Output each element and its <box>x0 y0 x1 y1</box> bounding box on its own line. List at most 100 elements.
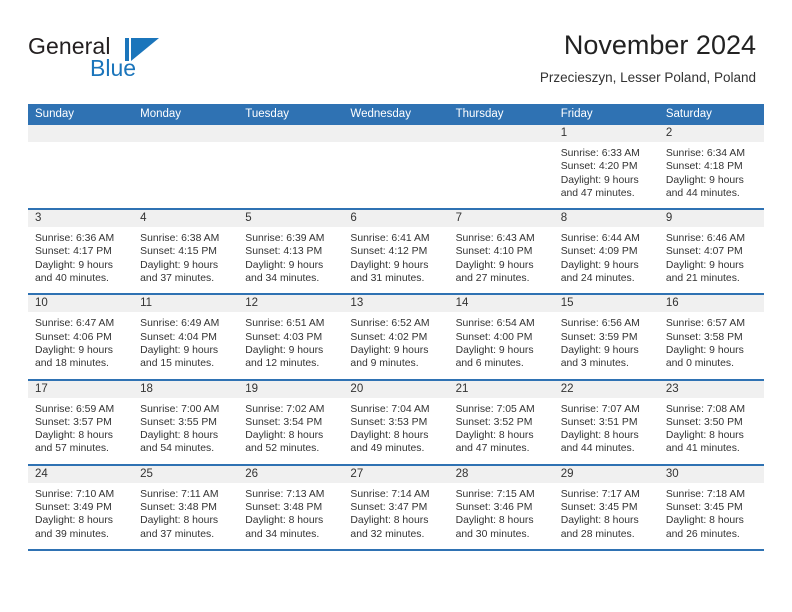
day-cell-4[interactable]: 4 Sunrise: 6:38 AM Sunset: 4:15 PM Daylight… <box>133 210 239 294</box>
day-detail-line: Daylight: 9 hours <box>665 344 744 356</box>
day-detail-line: and 37 minutes. <box>140 273 215 285</box>
day-details: Sunrise: 6:46 AM Sunset: 4:07 PM Daylight:… <box>659 227 764 293</box>
day-detail-line: and 27 minutes. <box>455 273 530 285</box>
day-cell-9[interactable]: 9 Sunrise: 6:46 AM Sunset: 4:07 PM Daylight… <box>658 210 764 294</box>
day-cell-28[interactable]: 28 Sunrise: 7:15 AM Sunset: 3:46 PM Dayligh… <box>448 465 554 549</box>
day-detail-line: Daylight: 8 hours <box>140 430 219 442</box>
day-detail-line: Daylight: 8 hours <box>455 515 534 527</box>
calendar-week-row: 10 Sunrise: 6:47 AM Sunset: 4:06 PM Dayligh… <box>28 295 764 381</box>
day-cell-29[interactable]: 29 Sunrise: 7:17 AM Sunset: 3:45 PM Dayligh… <box>553 465 659 549</box>
day-details: Sunrise: 6:49 AM Sunset: 4:04 PM Daylight:… <box>133 312 238 378</box>
day-cell-24[interactable]: 24 Sunrise: 7:10 AM Sunset: 3:49 PM Dayligh… <box>28 465 134 549</box>
day-number: 17 <box>28 380 134 398</box>
day-cell-12[interactable]: 12 Sunrise: 6:51 AM Sunset: 4:03 PM Dayligh… <box>238 295 344 379</box>
day-cell-13[interactable]: 13 Sunrise: 6:52 AM Sunset: 4:02 PM Dayligh… <box>343 295 449 379</box>
day-number: 11 <box>133 295 239 313</box>
day-number: 18 <box>133 380 239 398</box>
day-details: Sunrise: 7:18 AM Sunset: 3:45 PM Daylight:… <box>659 483 764 549</box>
day-detail-line: Sunset: 3:58 PM <box>665 331 743 343</box>
day-cell-23[interactable]: 23 Sunrise: 7:08 AM Sunset: 3:50 PM Dayligh… <box>658 380 764 464</box>
day-number <box>343 125 449 142</box>
day-detail-line: Sunset: 3:48 PM <box>140 502 217 514</box>
day-detail-line: Sunrise: 6:46 AM <box>665 233 745 245</box>
day-number: 7 <box>448 210 554 228</box>
day-cell-30[interactable]: 30 Sunrise: 7:18 AM Sunset: 3:45 PM Dayligh… <box>658 465 764 549</box>
day-number: 26 <box>238 465 344 483</box>
day-detail-line: Sunrise: 6:52 AM <box>350 318 430 330</box>
day-detail-line: and 57 minutes. <box>35 443 109 455</box>
day-detail-line: and 32 minutes. <box>350 528 425 540</box>
day-cell-7[interactable]: 7 Sunrise: 6:43 AM Sunset: 4:10 PM Daylight… <box>448 210 554 294</box>
day-number: 20 <box>343 380 449 398</box>
day-detail-line: Sunrise: 6:51 AM <box>245 318 325 330</box>
day-number: 15 <box>553 295 659 313</box>
day-cell-14[interactable]: 14 Sunrise: 6:54 AM Sunset: 4:00 PM Dayligh… <box>448 295 554 379</box>
day-detail-line: Sunset: 3:55 PM <box>140 416 217 428</box>
weekday-header-tuesday: Tuesday <box>245 108 289 120</box>
day-details: Sunrise: 7:07 AM Sunset: 3:51 PM Daylight:… <box>554 398 659 464</box>
day-detail-line: Daylight: 9 hours <box>140 344 219 356</box>
day-number: 10 <box>28 295 134 313</box>
day-detail-line: Sunset: 4:00 PM <box>455 331 533 343</box>
day-cell-22[interactable]: 22 Sunrise: 7:07 AM Sunset: 3:51 PM Dayligh… <box>553 380 659 464</box>
day-cell-17[interactable]: 17 Sunrise: 6:59 AM Sunset: 3:57 PM Dayligh… <box>28 380 134 464</box>
day-cell-21[interactable]: 21 Sunrise: 7:05 AM Sunset: 3:52 PM Dayligh… <box>448 380 554 464</box>
day-cell-1[interactable]: 1 Sunrise: 6:33 AM Sunset: 4:20 PM Daylight… <box>553 125 659 209</box>
day-detail-line: Daylight: 9 hours <box>455 344 534 356</box>
day-cell-26[interactable]: 26 Sunrise: 7:13 AM Sunset: 3:48 PM Dayligh… <box>238 465 344 549</box>
day-detail-line: and 3 minutes. <box>560 358 629 370</box>
day-detail-line: Sunrise: 6:47 AM <box>35 318 115 330</box>
day-detail-line: and 24 minutes. <box>560 273 635 285</box>
day-cell-8[interactable]: 8 Sunrise: 6:44 AM Sunset: 4:09 PM Daylight… <box>553 210 659 294</box>
day-details: Sunrise: 6:39 AM Sunset: 4:13 PM Daylight:… <box>238 227 343 293</box>
day-detail-line: and 12 minutes. <box>245 358 320 370</box>
day-cell-3[interactable]: 3 Sunrise: 6:36 AM Sunset: 4:17 PM Daylight… <box>28 210 134 294</box>
page-subtitle: Przecieszyn, Lesser Poland, Poland <box>539 70 756 86</box>
day-detail-line: Sunset: 4:12 PM <box>350 246 428 258</box>
day-number: 3 <box>28 210 134 228</box>
calendar-week-row: 3 Sunrise: 6:36 AM Sunset: 4:17 PM Daylight… <box>28 210 764 296</box>
calendar-week-row: 1 Sunrise: 6:33 AM Sunset: 4:20 PM Daylight… <box>28 125 764 211</box>
day-detail-line: Daylight: 9 hours <box>665 259 744 271</box>
day-detail-line: Sunrise: 7:11 AM <box>140 488 219 500</box>
day-detail-line: Sunset: 4:17 PM <box>35 246 112 258</box>
day-cell-27[interactable]: 27 Sunrise: 7:14 AM Sunset: 3:47 PM Dayligh… <box>343 465 449 549</box>
day-cell-2[interactable]: 2 Sunrise: 6:34 AM Sunset: 4:18 PM Daylight… <box>658 125 764 209</box>
day-detail-line: Sunrise: 6:38 AM <box>140 233 220 245</box>
day-detail-line: and 40 minutes. <box>35 273 109 285</box>
day-cell-16[interactable]: 16 Sunrise: 6:57 AM Sunset: 3:58 PM Dayligh… <box>658 295 764 379</box>
day-detail-line: Daylight: 9 hours <box>35 259 113 271</box>
day-cell-10[interactable]: 10 Sunrise: 6:47 AM Sunset: 4:06 PM Dayligh… <box>28 295 134 379</box>
day-number: 24 <box>28 465 134 483</box>
day-cell-25[interactable]: 25 Sunrise: 7:11 AM Sunset: 3:48 PM Dayligh… <box>133 465 239 549</box>
day-detail-line: Sunrise: 7:08 AM <box>665 403 745 415</box>
day-details: Sunrise: 7:15 AM Sunset: 3:46 PM Daylight:… <box>449 483 554 549</box>
day-cell-20[interactable]: 20 Sunrise: 7:04 AM Sunset: 3:53 PM Dayligh… <box>343 380 449 464</box>
day-detail-line: Sunset: 4:18 PM <box>665 161 743 173</box>
day-details: Sunrise: 6:56 AM Sunset: 3:59 PM Daylight:… <box>554 312 659 378</box>
day-number: 4 <box>133 210 239 228</box>
day-detail-line: Daylight: 9 hours <box>350 259 429 271</box>
day-detail-line: Sunrise: 6:44 AM <box>560 233 640 245</box>
day-detail-line: and 34 minutes. <box>245 528 320 540</box>
day-cell-19[interactable]: 19 Sunrise: 7:02 AM Sunset: 3:54 PM Dayligh… <box>238 380 344 464</box>
day-detail-line: Sunset: 3:54 PM <box>245 416 323 428</box>
day-cell-11[interactable]: 11 Sunrise: 6:49 AM Sunset: 4:04 PM Dayligh… <box>133 295 239 379</box>
calendar-week-row: 24 Sunrise: 7:10 AM Sunset: 3:49 PM Dayligh… <box>28 465 764 551</box>
day-cell-6[interactable]: 6 Sunrise: 6:41 AM Sunset: 4:12 PM Daylight… <box>343 210 449 294</box>
day-detail-line: Daylight: 9 hours <box>140 259 219 271</box>
day-cell-15[interactable]: 15 Sunrise: 6:56 AM Sunset: 3:59 PM Dayligh… <box>553 295 659 379</box>
day-detail-line: Sunrise: 6:36 AM <box>35 233 115 245</box>
day-detail-line: and 0 minutes. <box>665 358 735 370</box>
day-detail-line: and 44 minutes. <box>560 443 635 455</box>
day-cell-18[interactable]: 18 Sunrise: 7:00 AM Sunset: 3:55 PM Dayligh… <box>133 380 239 464</box>
day-cell-5[interactable]: 5 Sunrise: 6:39 AM Sunset: 4:13 PM Daylight… <box>238 210 344 294</box>
day-details: Sunrise: 7:13 AM Sunset: 3:48 PM Daylight:… <box>238 483 343 549</box>
day-detail-line: Sunset: 4:04 PM <box>140 331 217 343</box>
brand-logo[interactable]: General Blue <box>28 33 258 85</box>
calendar-week-row: 17 Sunrise: 6:59 AM Sunset: 3:57 PM Dayligh… <box>28 380 764 466</box>
day-detail-line: Sunrise: 7:13 AM <box>245 488 325 500</box>
day-number: 2 <box>658 125 764 142</box>
day-details: Sunrise: 7:05 AM Sunset: 3:52 PM Daylight:… <box>449 398 554 464</box>
weekday-header-monday: Monday <box>140 108 182 120</box>
